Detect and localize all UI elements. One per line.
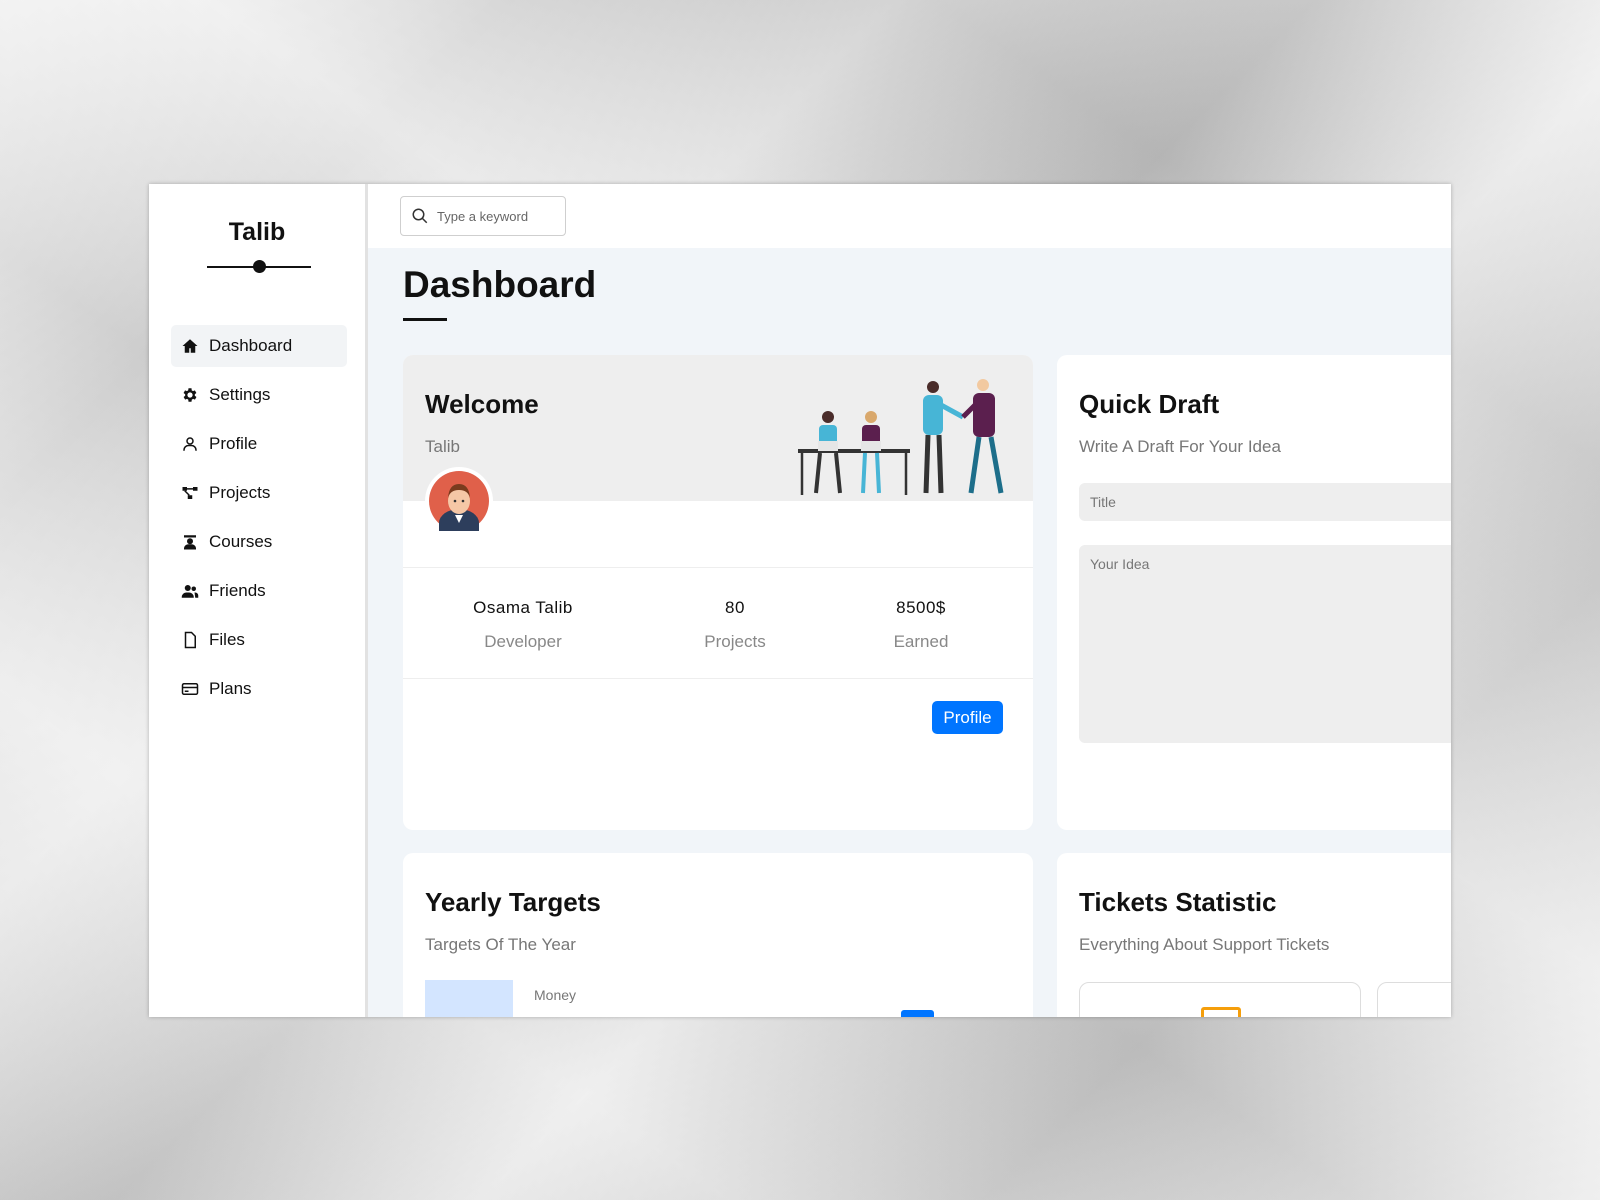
user-icon (183, 437, 197, 451)
sidebar-item-settings[interactable]: Settings (171, 374, 347, 416)
tickets-subtitle: Everything About Support Tickets (1079, 935, 1330, 954)
stat-name: Osama Talib Developer (433, 598, 613, 652)
sidebar-item-files[interactable]: Files (171, 619, 347, 661)
stat-value: 80 (725, 598, 745, 617)
home-icon (182, 339, 198, 353)
sidebar-nav: Dashboard Settings Profile Projects Cour… (171, 325, 347, 717)
page-title-underline (403, 318, 447, 321)
sidebar-item-label: Files (209, 630, 245, 649)
stat-earned: 8500$ Earned (831, 598, 1011, 652)
stat-label: Earned (893, 632, 949, 651)
ticket-stat-box (1377, 982, 1451, 1017)
sidebar-item-dashboard[interactable]: Dashboard (171, 325, 347, 367)
quick-draft-card: Quick Draft Write A Draft For Your Idea (1057, 355, 1451, 830)
search-box[interactable] (400, 196, 566, 236)
gear-icon (183, 388, 197, 402)
stat-value: 8500$ (896, 598, 946, 617)
welcome-title: Welcome (425, 389, 539, 419)
sidebar: Talib Dashboard Settings Profile Project… (149, 184, 368, 1017)
search-input[interactable] (437, 208, 547, 224)
diagram-icon (182, 487, 198, 499)
sidebar-item-label: Projects (209, 483, 271, 502)
users-icon (181, 585, 199, 598)
credit-card-icon (181, 683, 199, 695)
welcome-stats: Osama Talib Developer 80 Projects 8500$ … (403, 567, 1033, 679)
yearly-targets-subtitle: Targets Of The Year (425, 935, 576, 954)
sidebar-item-label: Friends (209, 581, 266, 600)
money-target-icon-box (425, 980, 513, 1017)
sidebar-item-label: Profile (209, 434, 258, 453)
graduate-icon (184, 535, 196, 550)
sidebar-item-projects[interactable]: Projects (171, 472, 347, 514)
draft-idea-textarea[interactable] (1079, 545, 1451, 743)
dashboard-window: Talib Dashboard Settings Profile Project… (149, 184, 1451, 1017)
progress-value-badge (901, 1010, 934, 1017)
sidebar-item-profile[interactable]: Profile (171, 423, 347, 465)
sidebar-item-friends[interactable]: Friends (171, 570, 347, 612)
sidebar-item-label: Plans (209, 679, 252, 698)
sidebar-item-label: Settings (209, 385, 271, 404)
profile-button[interactable]: Profile (932, 701, 1003, 734)
stat-label: Developer (484, 632, 562, 651)
top-bar (368, 184, 1451, 248)
avatar-icon (429, 471, 489, 531)
search-icon (412, 208, 428, 224)
tickets-title: Tickets Statistic (1079, 887, 1277, 917)
quick-draft-title: Quick Draft (1079, 389, 1220, 419)
page-title: Dashboard (403, 264, 597, 305)
ticket-icon (1201, 1007, 1241, 1017)
draft-title-input[interactable] (1079, 483, 1451, 521)
avatar (425, 467, 493, 535)
stat-label: Projects (704, 632, 766, 651)
welcome-card: Welcome Talib Osama Talib Developer 80 P… (403, 355, 1033, 830)
sidebar-item-plans[interactable]: Plans (171, 668, 347, 710)
stat-projects: 80 Projects (645, 598, 825, 652)
tickets-statistic-card: Tickets Statistic Everything About Suppo… (1057, 853, 1451, 1017)
quick-draft-subtitle: Write A Draft For Your Idea (1079, 437, 1281, 456)
target-label: Money (534, 987, 577, 1003)
team-illustration (798, 379, 1004, 495)
file-icon (184, 631, 196, 649)
sidebar-item-courses[interactable]: Courses (171, 521, 347, 563)
brand-dot (253, 260, 266, 273)
yearly-targets-card: Yearly Targets Targets Of The Year Money (403, 853, 1033, 1017)
brand-title: Talib (228, 218, 286, 246)
stat-value: Osama Talib (473, 598, 573, 617)
ticket-stat-box (1079, 982, 1361, 1017)
sidebar-item-label: Courses (209, 532, 273, 551)
welcome-subtitle: Talib (425, 437, 460, 456)
yearly-targets-title: Yearly Targets (425, 887, 601, 917)
sidebar-item-label: Dashboard (209, 336, 293, 355)
